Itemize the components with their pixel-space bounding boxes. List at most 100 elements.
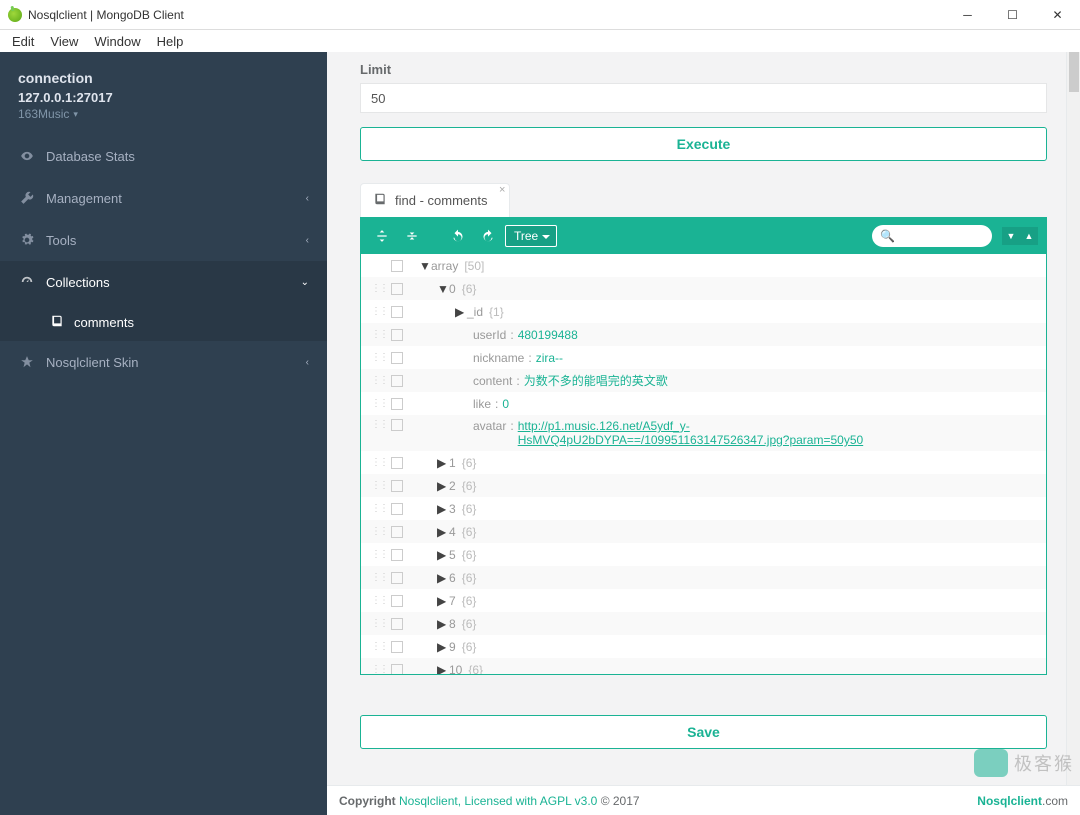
cogs-icon xyxy=(18,233,36,247)
toggle-expand-icon[interactable]: ▶ xyxy=(437,640,449,654)
chevron-down-icon: ▾ xyxy=(73,109,78,120)
toggle-collapse-icon[interactable]: ▼ xyxy=(419,259,431,273)
row-checkbox[interactable] xyxy=(391,572,403,584)
row-checkbox[interactable] xyxy=(391,618,403,630)
app-logo-icon xyxy=(8,8,22,22)
footer: Copyright Nosqlclient, Licensed with AGP… xyxy=(327,785,1080,815)
execute-button[interactable]: Execute xyxy=(360,127,1047,161)
chevron-left-icon: ‹ xyxy=(306,357,309,368)
row-checkbox[interactable] xyxy=(391,329,403,341)
main-panel: Limit Execute find - comments × xyxy=(327,52,1080,815)
sidebar-item-collections[interactable]: Collections ⌄ xyxy=(0,261,327,303)
sidebar-item-tools[interactable]: Tools ‹ xyxy=(0,219,327,261)
undo-icon[interactable] xyxy=(445,223,471,249)
toggle-expand-icon[interactable]: ▶ xyxy=(437,525,449,539)
window-maximize-button[interactable]: ☐ xyxy=(990,0,1035,30)
sidebar-item-label: Tools xyxy=(46,233,76,248)
limit-label: Limit xyxy=(360,62,1047,77)
toggle-expand-icon[interactable]: ▶ xyxy=(437,594,449,608)
result-tabs: find - comments × xyxy=(360,183,1047,217)
row-checkbox[interactable] xyxy=(391,260,403,272)
limit-input[interactable] xyxy=(360,83,1047,113)
expand-vertical-icon[interactable] xyxy=(369,223,395,249)
json-tree[interactable]: ▼ array[50] ⋮⋮▼ 0{6} ⋮⋮▶ _id{1} ⋮⋮userId… xyxy=(361,254,1046,674)
tab-find-comments[interactable]: find - comments × xyxy=(360,183,510,217)
book-icon xyxy=(373,192,387,209)
chevron-down-icon: ⌄ xyxy=(301,277,309,288)
toggle-expand-icon[interactable]: ▶ xyxy=(437,663,449,675)
row-checkbox[interactable] xyxy=(391,283,403,295)
book-icon xyxy=(50,314,64,331)
sidebar-item-label: Nosqlclient Skin xyxy=(46,355,139,370)
sidebar-item-database-stats[interactable]: Database Stats xyxy=(0,135,327,177)
redo-icon[interactable] xyxy=(475,223,501,249)
toggle-expand-icon[interactable]: ▶ xyxy=(437,456,449,470)
row-checkbox[interactable] xyxy=(391,457,403,469)
star-icon xyxy=(18,355,36,369)
menu-view[interactable]: View xyxy=(42,32,86,51)
sidebar-item-label: Database Stats xyxy=(46,149,135,164)
footer-copyright: Copyright xyxy=(339,794,396,808)
row-checkbox[interactable] xyxy=(391,549,403,561)
row-checkbox[interactable] xyxy=(391,641,403,653)
row-checkbox[interactable] xyxy=(391,352,403,364)
connection-db-dropdown[interactable]: 163Music ▾ xyxy=(18,107,78,121)
sidebar: connection 127.0.0.1:27017 163Music ▾ Da… xyxy=(0,52,327,815)
search-prev-button[interactable]: ▲ xyxy=(1020,227,1038,245)
search-icon: 🔍 xyxy=(880,229,895,243)
row-checkbox[interactable] xyxy=(391,480,403,492)
window-close-button[interactable]: ✕ xyxy=(1035,0,1080,30)
row-checkbox[interactable] xyxy=(391,526,403,538)
sidebar-subitem-comments[interactable]: comments xyxy=(0,303,327,341)
result-panel: Tree 🔍 ▼ ▲ ▼ array[50] xyxy=(360,217,1047,675)
chevron-left-icon: ‹ xyxy=(306,235,309,246)
save-button[interactable]: Save xyxy=(360,715,1047,749)
tab-close-button[interactable]: × xyxy=(499,184,505,196)
result-toolbar: Tree 🔍 ▼ ▲ xyxy=(361,218,1046,254)
window-titlebar: Nosqlclient | MongoDB Client ─ ☐ ✕ xyxy=(0,0,1080,30)
window-minimize-button[interactable]: ─ xyxy=(945,0,990,30)
sidebar-item-management[interactable]: Management ‹ xyxy=(0,177,327,219)
tab-label: find - comments xyxy=(395,193,487,208)
search-next-button[interactable]: ▼ xyxy=(1002,227,1020,245)
menu-window[interactable]: Window xyxy=(86,32,148,51)
menu-edit[interactable]: Edit xyxy=(4,32,42,51)
connection-block: connection 127.0.0.1:27017 163Music ▾ xyxy=(0,52,327,135)
wrench-icon xyxy=(18,191,36,205)
sidebar-subitem-label: comments xyxy=(74,315,134,330)
toggle-expand-icon[interactable]: ▶ xyxy=(437,502,449,516)
toggle-expand-icon[interactable]: ▶ xyxy=(437,617,449,631)
window-title: Nosqlclient | MongoDB Client xyxy=(28,8,184,22)
menu-help[interactable]: Help xyxy=(149,32,192,51)
chevron-left-icon: ‹ xyxy=(306,193,309,204)
eye-icon xyxy=(18,149,36,163)
row-checkbox[interactable] xyxy=(391,595,403,607)
row-checkbox[interactable] xyxy=(391,306,403,318)
footer-year: © 2017 xyxy=(601,794,640,808)
connection-heading: connection xyxy=(18,70,309,86)
dashboard-icon xyxy=(18,275,36,289)
row-checkbox[interactable] xyxy=(391,398,403,410)
watermark: 极客猴 xyxy=(974,749,1074,777)
main-scrollbar[interactable] xyxy=(1066,52,1080,815)
footer-brand[interactable]: Nosqlclient xyxy=(977,794,1042,808)
app-menubar: Edit View Window Help xyxy=(0,30,1080,52)
row-checkbox[interactable] xyxy=(391,503,403,515)
toggle-expand-icon[interactable]: ▶ xyxy=(437,571,449,585)
footer-license-link[interactable]: Nosqlclient, Licensed with AGPL v3.0 xyxy=(399,794,597,808)
collapse-vertical-icon[interactable] xyxy=(399,223,425,249)
view-mode-select[interactable]: Tree xyxy=(505,225,557,247)
result-search-input[interactable] xyxy=(899,230,984,242)
result-search[interactable]: 🔍 xyxy=(872,225,992,247)
chat-bubble-icon xyxy=(974,749,1008,777)
connection-host: 127.0.0.1:27017 xyxy=(18,90,309,105)
row-checkbox[interactable] xyxy=(391,419,403,431)
toggle-expand-icon[interactable]: ▶ xyxy=(437,479,449,493)
row-checkbox[interactable] xyxy=(391,664,403,675)
window-controls: ─ ☐ ✕ xyxy=(945,0,1080,30)
toggle-collapse-icon[interactable]: ▼ xyxy=(437,282,449,296)
row-checkbox[interactable] xyxy=(391,375,403,387)
toggle-expand-icon[interactable]: ▶ xyxy=(437,548,449,562)
sidebar-item-skin[interactable]: Nosqlclient Skin ‹ xyxy=(0,341,327,383)
toggle-expand-icon[interactable]: ▶ xyxy=(455,305,467,319)
